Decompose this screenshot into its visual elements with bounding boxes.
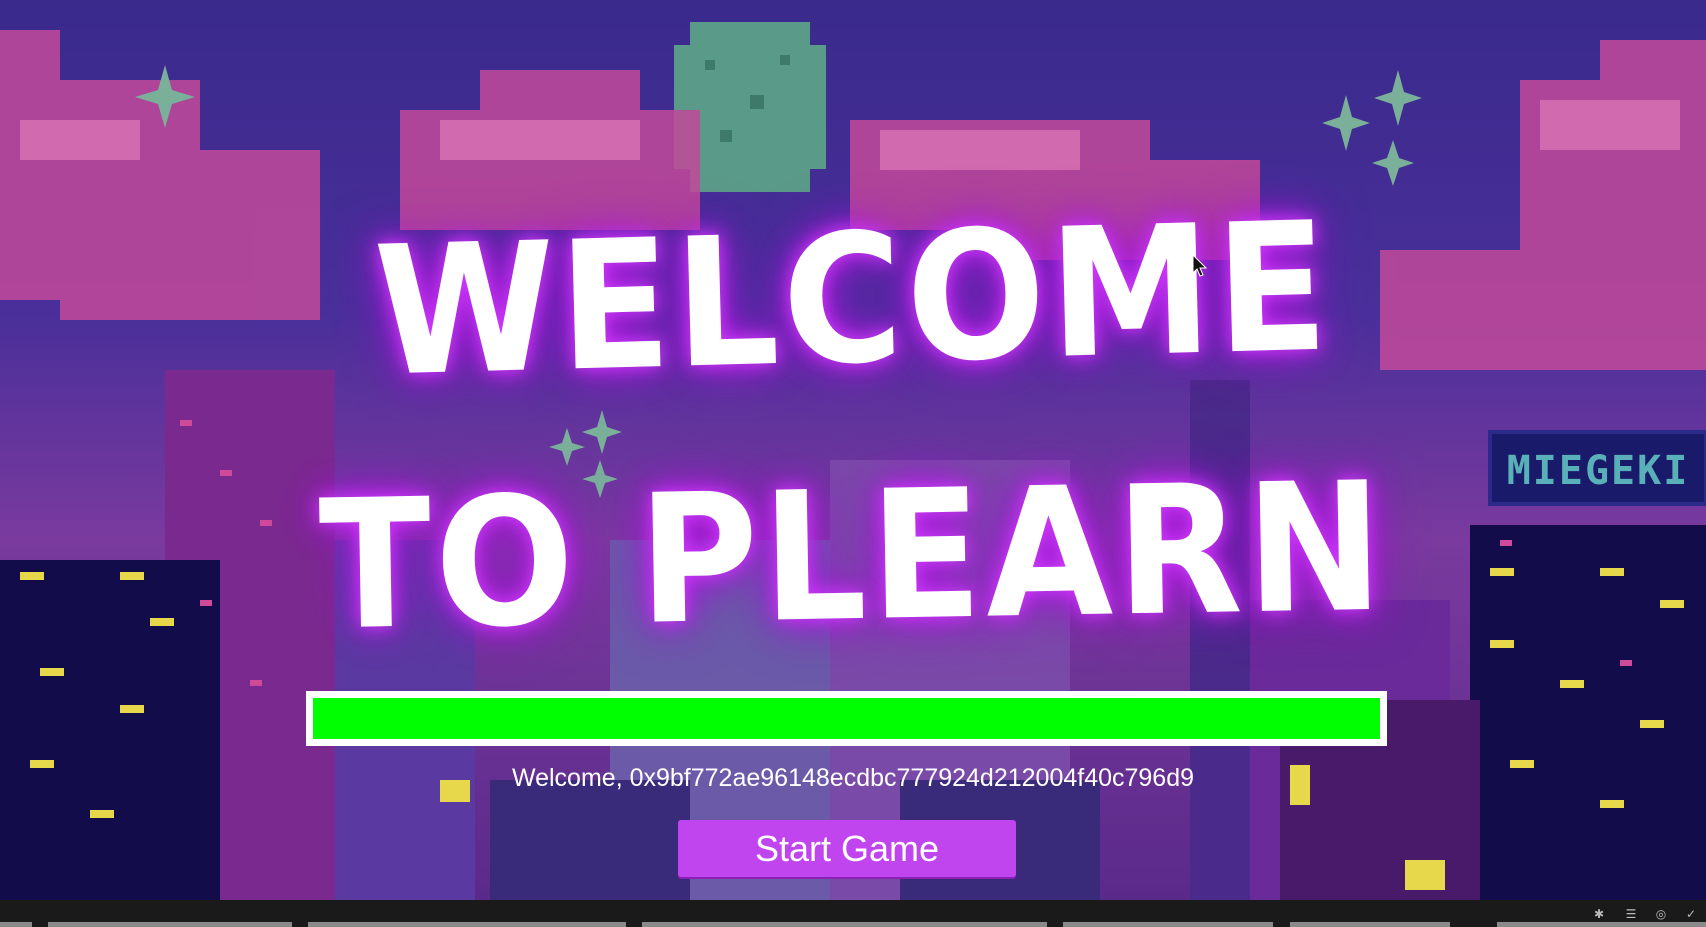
tray-icon[interactable]: ✱ — [1592, 907, 1606, 921]
title-line-2: TO PLEARN — [317, 443, 1389, 670]
cursor-icon — [1192, 254, 1208, 277]
taskbar-segment[interactable] — [48, 922, 292, 927]
taskbar-segment[interactable] — [308, 922, 626, 927]
start-game-button[interactable]: Start Game — [678, 820, 1016, 877]
game-scene: MIEGEKI WELCOME TO PLEARN Welcome, 0x9bf… — [0, 0, 1706, 900]
loading-bar-fill — [313, 698, 1380, 739]
taskbar-segment[interactable] — [1063, 922, 1273, 927]
taskbar-segment[interactable] — [642, 922, 1047, 927]
tray-icon[interactable]: ✓ — [1684, 907, 1698, 921]
loading-bar — [306, 691, 1387, 746]
tray-icon[interactable]: ◎ — [1654, 907, 1668, 921]
taskbar-segment[interactable] — [0, 922, 32, 927]
wallet-address: 0x9bf772ae96148ecdbc777924d212004f40c796… — [629, 764, 1195, 792]
taskbar — [0, 900, 1706, 927]
tray-icon[interactable]: ☰ — [1624, 907, 1638, 921]
welcome-prefix: Welcome, — [511, 764, 630, 792]
taskbar-segment[interactable] — [1290, 922, 1450, 927]
loading-bar-track — [313, 698, 1380, 739]
taskbar-segment[interactable] — [1497, 922, 1706, 927]
welcome-message: Welcome, 0x9bf772ae96148ecdbc777924d2120… — [0, 764, 1706, 793]
